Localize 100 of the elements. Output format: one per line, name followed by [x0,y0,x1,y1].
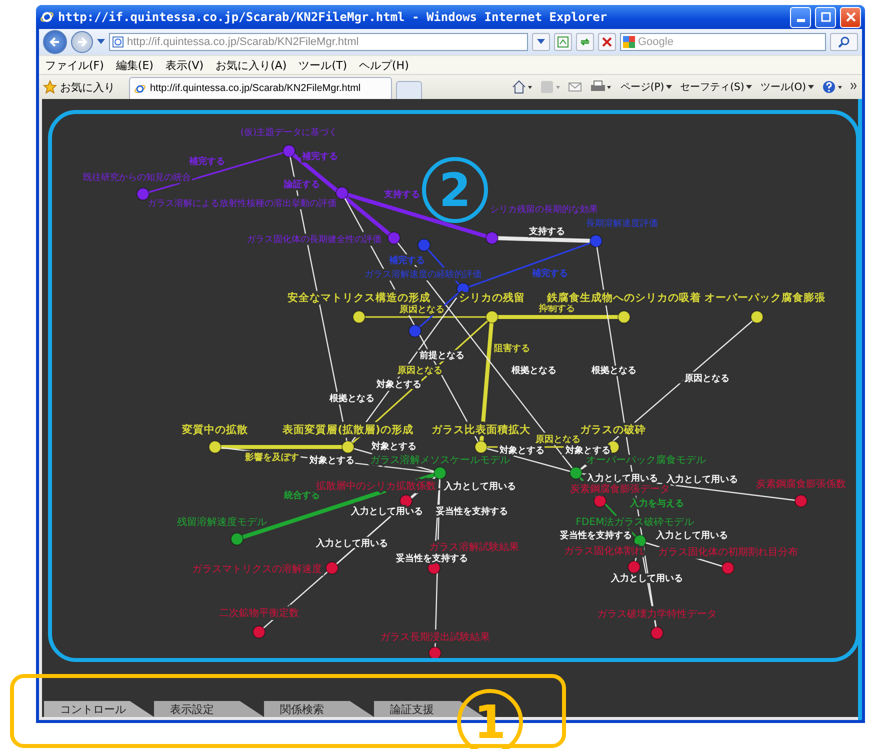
maximize-button[interactable] [815,6,836,28]
chevron-icon[interactable] [850,82,858,92]
star-icon [43,80,57,94]
graph-node[interactable] [336,186,348,200]
graph-node[interactable] [750,310,764,324]
graph-node[interactable] [208,440,222,454]
address-field[interactable]: http://if.quintessa.co.jp/Scarab/KN2FileMgr.html [109,33,528,51]
graph-node[interactable] [722,562,734,574]
panel-tab[interactable]: 関係検索 [264,701,374,717]
forward-icon [76,36,88,48]
panel-tab[interactable]: 表示設定 [154,701,264,717]
menu-item[interactable]: ツール(T) [294,58,355,72]
caret-icon [808,85,814,89]
browser-tab[interactable]: http://if.quintessa.co.jp/Scarab/KN2FileMgr.html [129,77,392,99]
graph-node[interactable] [570,466,582,480]
edge-label: 対象とする [376,380,422,390]
graph-node[interactable] [590,234,602,248]
annotation-number: 2 [422,157,488,223]
forward-button[interactable] [71,31,93,53]
graph-node[interactable] [252,626,266,638]
graph-node[interactable] [456,282,470,296]
edge-label: 阻害する [494,344,530,354]
graph-node[interactable] [618,310,630,324]
node-label: ガラス溶解速度の経験的評価 [364,270,482,280]
node-label: 変質中の拡散 [181,424,249,436]
graph-node[interactable] [428,646,442,660]
edge-label: 入力として用いる [315,539,388,549]
node-label: ガラス破壊力学特性データ [597,609,717,620]
search-button[interactable] [830,33,858,51]
edge-label: 補完する [188,157,225,167]
edge-label: 入力を与える [629,499,684,509]
edge-label: 入力として用いる [655,531,728,541]
edge-label: 根拠となる [510,366,556,376]
graph-node[interactable] [628,560,640,574]
node-label: ガラス固化体の長期健全性の評価 [246,235,382,245]
edge-label: 論証する [283,180,320,190]
graph-node[interactable] [418,238,430,252]
menu-item[interactable]: 表示(V) [161,58,212,72]
toolbar-menu[interactable]: ページ(P) [618,80,674,94]
node-label: オーバーパック腐食膨張 [704,292,826,304]
back-icon [49,36,61,48]
dropdown-icon [537,39,545,45]
graph-node[interactable] [486,232,498,244]
dropdown-button[interactable] [532,33,550,51]
graph-node[interactable] [474,440,488,454]
favorites-button[interactable]: お気に入り [43,80,125,94]
node-label: シリカ残留の長期的な効果 [490,205,598,215]
refresh-button[interactable] [576,33,594,51]
menu-item[interactable]: ファイル(F) [41,58,112,72]
graph-node[interactable] [428,562,440,574]
edge-label: 補完する [388,256,425,266]
graph-node[interactable] [230,532,244,546]
graph-node[interactable] [326,562,338,574]
graph-node[interactable] [408,324,422,338]
graph-node[interactable] [594,494,606,508]
graph-node[interactable] [400,494,412,508]
stop-button[interactable] [598,33,616,51]
edge-label: 妥当性を支持する [559,531,632,541]
compatibility-button[interactable] [554,33,572,51]
toolbar-menu[interactable]: ツール(O) [758,80,816,94]
edge-label: 対象とする [498,446,544,456]
edge-label: 妥当性を支持する [395,554,468,564]
search-provider-icon [623,36,635,48]
panel-tab[interactable]: コントロール [44,701,154,717]
help-icon [822,80,844,94]
edge-label: 入力として用いる [443,482,516,492]
home-button[interactable] [510,80,534,94]
minimize-button[interactable] [790,6,811,28]
caret-icon [666,85,672,89]
toolbar-menu[interactable]: セーフティ(S) [678,80,754,94]
search-box[interactable]: Google [620,33,826,51]
graph-node[interactable] [650,626,664,640]
page-icon [112,36,124,48]
graph-node[interactable] [486,310,498,324]
graph-node[interactable] [352,310,366,324]
edge-label: 支持する [528,227,565,237]
menu-item[interactable]: ヘルプ(H) [355,58,417,72]
graph-node[interactable] [136,188,150,200]
edge-label: 根拠となる [328,394,374,404]
search-field[interactable]: Google [638,36,808,48]
dropdown-arrow-icon[interactable] [97,39,105,45]
compatibility-icon [557,36,569,48]
graph-node[interactable] [388,232,400,244]
close-button[interactable] [840,6,861,28]
edge-label: 支持する [383,190,420,200]
node-label: ガラス固化体割れ [564,546,644,557]
menu-item[interactable]: 編集(E) [112,58,162,72]
node-label: ガラスマトリクスの溶解速度 [192,564,322,575]
search-icon [838,36,850,48]
graph-node[interactable] [794,494,808,508]
node-label: 二次鉱物平衡定数 [219,608,299,619]
graph-node[interactable] [282,144,296,158]
back-button[interactable] [43,30,67,54]
menu-item[interactable]: お気に入り(A) [212,58,295,72]
close-icon [846,12,856,22]
window-title: http://if.quintessa.co.jp/Scarab/KN2FileMgr.html - Windows Internet Explorer [58,10,608,24]
node-label: 表面変質層(拡散層)の形成 [282,424,414,436]
minimize-icon [796,18,804,22]
mail-button[interactable] [566,81,584,93]
graph-node[interactable] [634,534,646,548]
